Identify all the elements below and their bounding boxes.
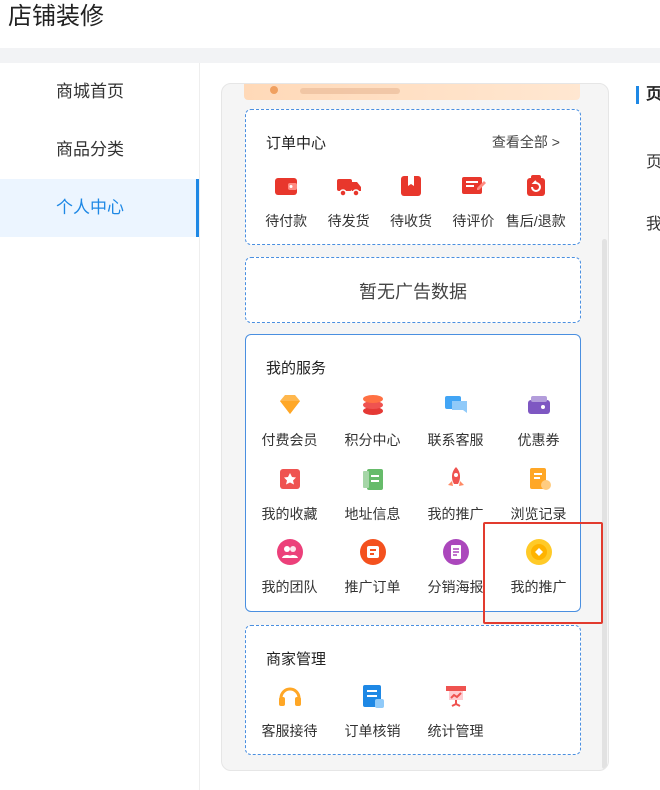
service-contact-support[interactable]: 联系客服 — [414, 391, 497, 450]
headset-icon — [278, 687, 301, 706]
merchant-label: 客服接待 — [261, 723, 318, 739]
ad-placeholder[interactable]: 暂无广告数据 — [245, 257, 581, 323]
my-services-title: 我的服务 — [266, 360, 327, 377]
service-label: 地址信息 — [344, 506, 401, 522]
sidebar-item-home[interactable]: 商城首页 — [0, 63, 199, 121]
service-label: 优惠券 — [517, 432, 560, 448]
order-item-label: 待收货 — [389, 213, 432, 229]
promo-order-icon — [359, 539, 386, 565]
service-coupons[interactable]: 优惠券 — [497, 391, 580, 450]
service-label: 付费会员 — [261, 432, 318, 448]
order-item-label: 待发货 — [327, 213, 370, 229]
service-points-center[interactable]: 积分中心 — [331, 391, 414, 450]
order-status-grid: 待付款 待发货 待收货 待评价 售后/退款 — [255, 172, 580, 231]
order-pending-shipment[interactable]: 待发货 — [317, 172, 379, 231]
order-item-label: 待付款 — [265, 213, 308, 229]
merchant-grid: 客服接待 订单核销 统计管理 — [248, 682, 580, 741]
review-icon — [462, 177, 487, 194]
refund-icon — [526, 175, 545, 196]
history-icon — [529, 468, 551, 490]
preview-scrollbar[interactable] — [602, 239, 607, 769]
order-center-title: 订单中心 — [266, 135, 327, 152]
order-pending-review[interactable]: 待评价 — [442, 172, 504, 231]
settings-line-2: 我 — [646, 216, 660, 233]
merchant-label: 统计管理 — [427, 723, 484, 739]
truck-icon — [336, 179, 361, 197]
service-promotion-orders[interactable]: 推广订单 — [331, 538, 414, 597]
service-my-team[interactable]: 我的团队 — [248, 538, 331, 597]
service-browse-history[interactable]: 浏览记录 — [497, 465, 580, 524]
ad-empty-text: 暂无广告数据 — [359, 282, 467, 302]
service-label: 浏览记录 — [510, 506, 567, 522]
page-title: 店铺装修 — [8, 3, 104, 30]
services-row-2: 我的收藏 地址信息 我的推广 浏览记录 — [248, 465, 580, 524]
order-pending-receipt[interactable]: 待收货 — [380, 172, 442, 231]
coupon-icon — [527, 396, 550, 414]
service-label: 我的推广 — [427, 506, 484, 522]
service-my-promotion[interactable]: 我的推广 — [414, 465, 497, 524]
view-all-orders-link[interactable]: 查看全部 > — [492, 132, 560, 152]
service-label: 我的收藏 — [261, 506, 318, 522]
order-center-card[interactable]: 订单中心 查看全部 > 待付款 待发货 待收货 待评价 售后/退款 — [245, 109, 581, 245]
sidebar: 商城首页 商品分类 个人中心 — [0, 63, 200, 790]
merchant-order-verification[interactable]: 订单核销 — [331, 682, 414, 741]
poster-icon — [442, 539, 469, 565]
address-icon — [362, 469, 383, 490]
service-label: 积分中心 — [344, 432, 401, 448]
service-favorites[interactable]: 我的收藏 — [248, 465, 331, 524]
service-address[interactable]: 地址信息 — [331, 465, 414, 524]
settings-heading: 页 — [636, 86, 660, 104]
package-icon — [400, 176, 421, 196]
order-pending-payment[interactable]: 待付款 — [255, 172, 317, 231]
service-label: 联系客服 — [427, 432, 484, 448]
merchant-customer-service[interactable]: 客服接待 — [248, 682, 331, 741]
sidebar-item-category[interactable]: 商品分类 — [0, 121, 199, 179]
order-item-label: 售后/退款 — [505, 213, 566, 229]
settings-line-1: 页 — [646, 154, 660, 171]
service-label: 推广订单 — [344, 579, 401, 595]
phone-preview: 订单中心 查看全部 > 待付款 待发货 待收货 待评价 售后/退款 暂无广告数据… — [221, 83, 609, 771]
merchant-management-title: 商家管理 — [266, 651, 327, 668]
settings-panel: 页 页 我 — [636, 0, 660, 790]
team-icon — [276, 539, 303, 565]
chat-icon — [444, 396, 467, 413]
sidebar-item-personal-center[interactable]: 个人中心 — [0, 179, 199, 237]
merchant-label: 订单核销 — [344, 723, 401, 739]
service-paid-member[interactable]: 付费会员 — [248, 391, 331, 450]
merchant-management-card[interactable]: 商家管理 客服接待 订单核销 统计管理 — [245, 625, 581, 755]
service-label: 我的团队 — [261, 579, 318, 595]
wallet-icon — [275, 178, 298, 195]
coins-icon — [362, 395, 383, 415]
merchant-statistics[interactable]: 统计管理 — [414, 682, 497, 741]
diamond-icon — [279, 395, 300, 414]
selection-highlight-box — [483, 522, 603, 624]
header-divider — [0, 48, 660, 63]
order-item-label: 待评价 — [452, 213, 495, 229]
rocket-icon — [447, 467, 464, 486]
services-row-1: 付费会员 积分中心 联系客服 优惠券 — [248, 391, 580, 450]
verify-icon — [362, 685, 384, 708]
star-icon — [279, 469, 300, 489]
member-banner[interactable] — [244, 84, 580, 100]
order-after-sale[interactable]: 售后/退款 — [505, 172, 567, 231]
stats-icon — [445, 686, 466, 707]
